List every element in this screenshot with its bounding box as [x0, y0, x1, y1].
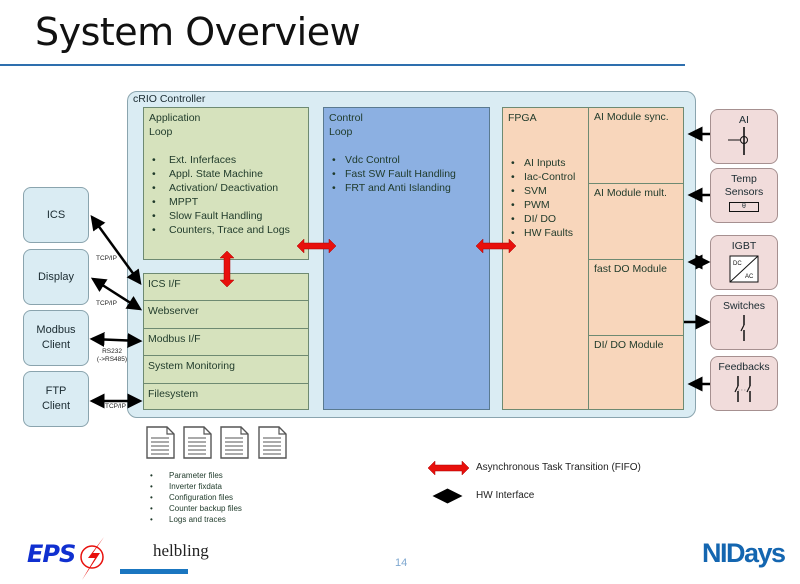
- files-list: Parameter files Inverter fixdata Configu…: [147, 470, 242, 525]
- eps-lightning-logo: [80, 537, 104, 580]
- fifo-arrow-control-to-fpga: [475, 238, 517, 254]
- legend-fifo-arrow-icon: [427, 460, 470, 476]
- hw-arrow-ics: [90, 214, 142, 286]
- legend-hw-label: HW Interface: [476, 490, 535, 501]
- helbling-logo-bar: [120, 569, 188, 574]
- hw-arrow-display: [90, 277, 143, 311]
- hw-arrow-modbus: [89, 332, 143, 348]
- helbling-logo-text: helbling: [153, 541, 209, 560]
- nidays-logo: NIDays: [702, 538, 786, 568]
- file-icon: [258, 426, 287, 459]
- page-number: 14: [395, 557, 408, 569]
- file-list-item: Inverter fixdata: [147, 481, 242, 492]
- file-list-item: Counter backup files: [147, 503, 242, 514]
- file-icon: [183, 426, 212, 459]
- file-list-item: Logs and traces: [147, 514, 242, 525]
- file-icon: [220, 426, 249, 459]
- file-list-item: Parameter files: [147, 470, 242, 481]
- eps-logo: EPS: [27, 540, 76, 568]
- fifo-arrow-app-to-interfaces: [219, 250, 235, 288]
- arrows-layer: [80, 126, 711, 580]
- legend-fifo-label: Asynchronous Task Transition (FIFO): [476, 462, 641, 473]
- file-list-item: Configuration files: [147, 492, 242, 503]
- file-icon: [146, 426, 175, 459]
- fifo-arrow-app-to-control: [296, 238, 337, 254]
